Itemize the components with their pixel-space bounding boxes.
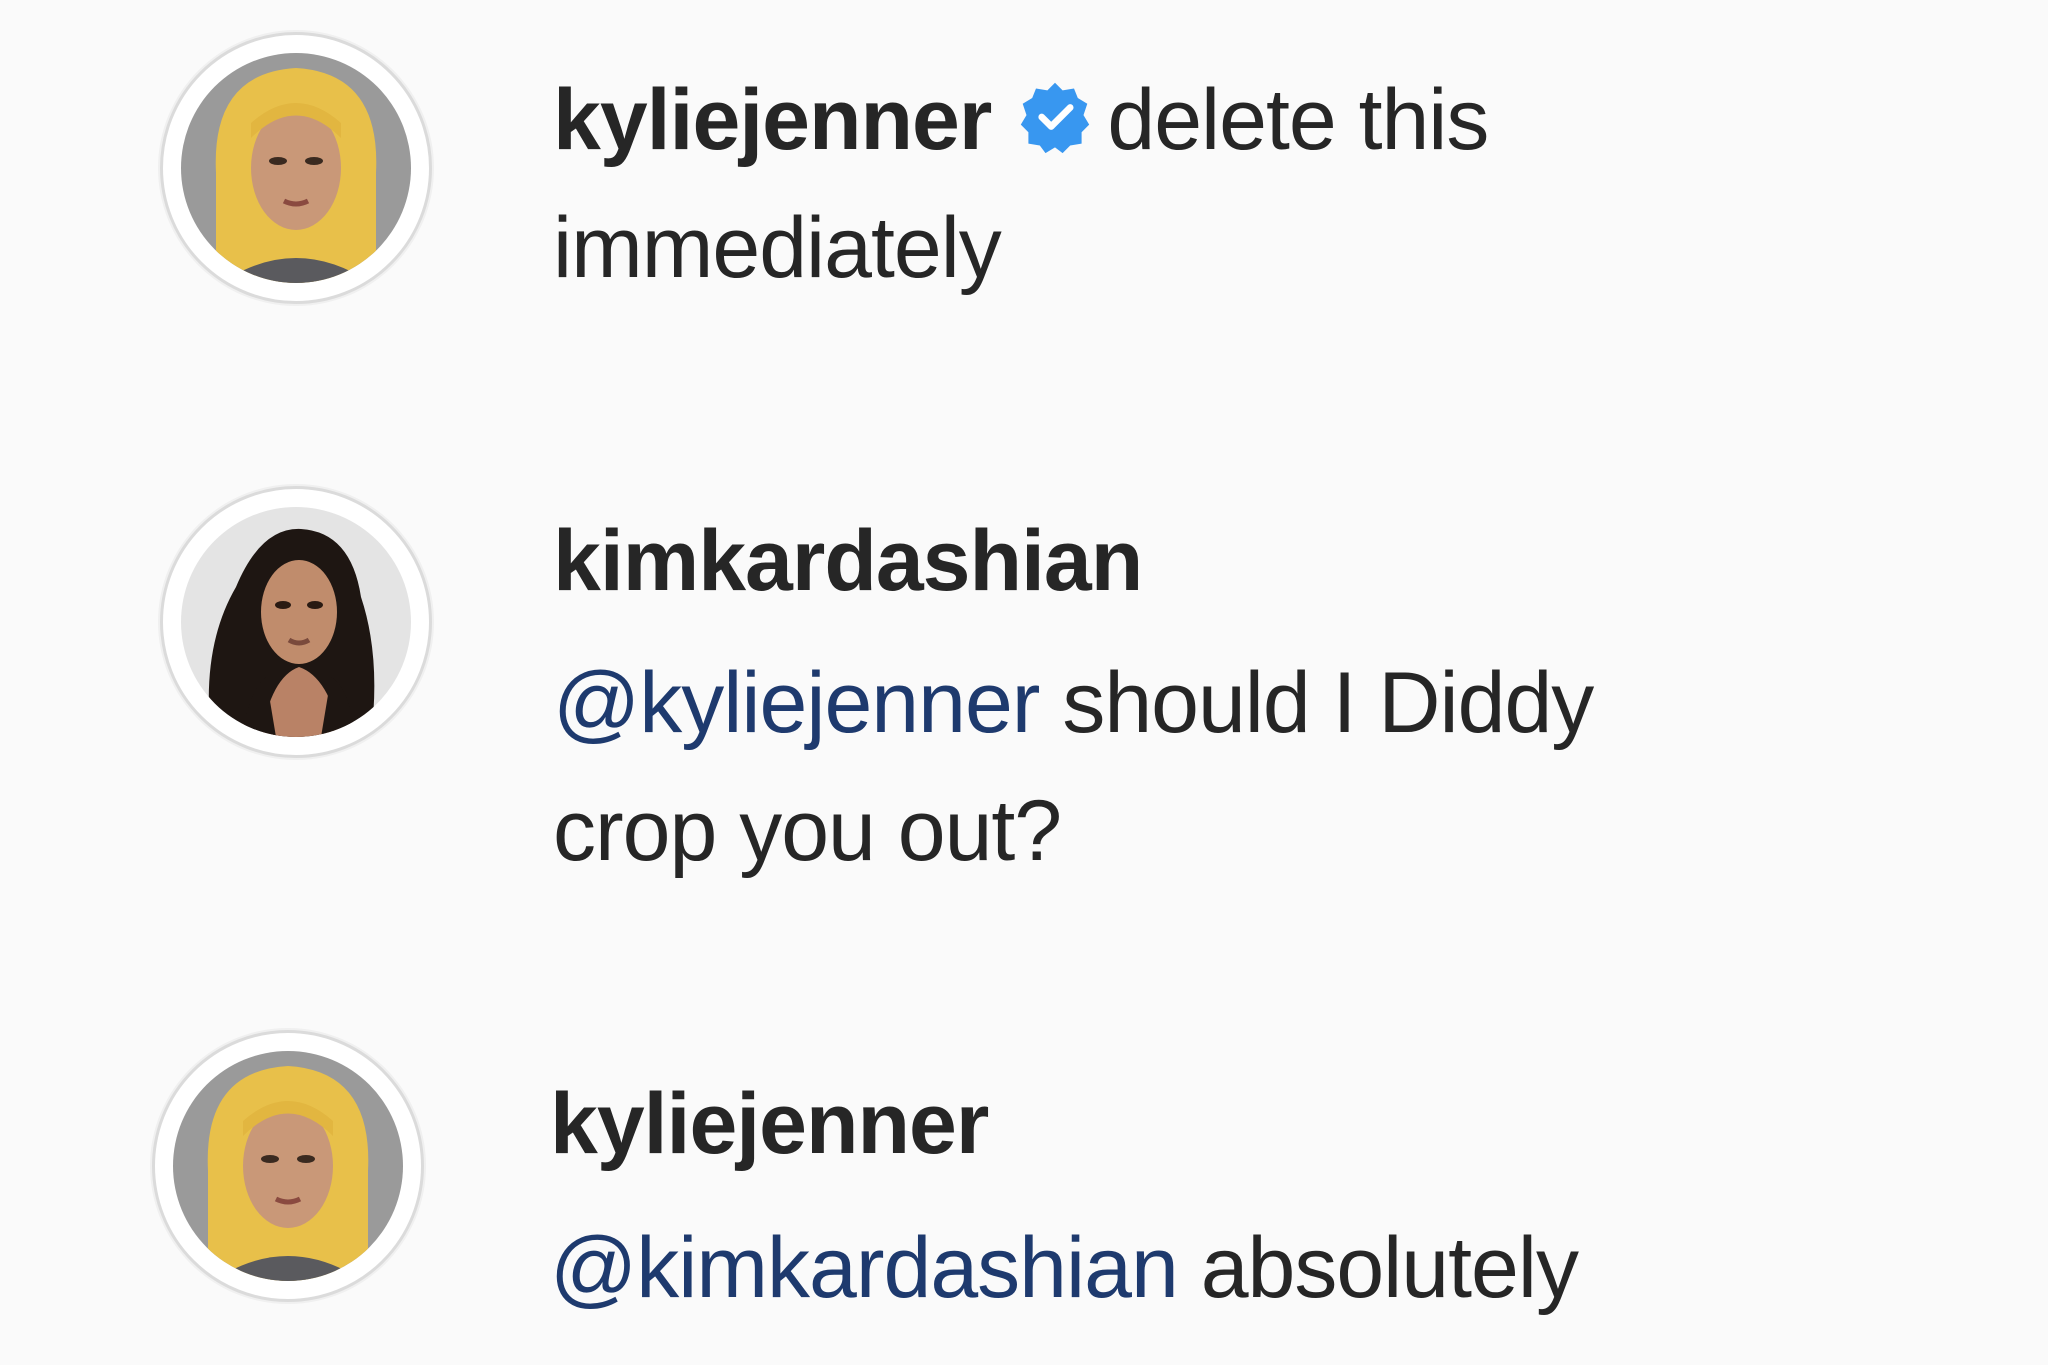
avatar[interactable] — [181, 507, 411, 737]
comment-thread: kyliejenner delete this immediately kimk… — [0, 0, 2048, 1365]
comment-text: should I Diddy — [1062, 655, 1594, 751]
avatar[interactable] — [181, 53, 411, 283]
comment-text-block: kimkardashian @kyliejenner should I Didd… — [553, 497, 1853, 895]
mention-link[interactable]: @kimkardashian — [550, 1220, 1179, 1316]
verified-badge-icon — [1017, 79, 1093, 155]
mention-link[interactable]: @kyliejenner — [553, 655, 1040, 751]
kim-avatar-icon — [181, 507, 411, 737]
avatar-ring[interactable] — [152, 1030, 424, 1302]
avatar-ring[interactable] — [160, 32, 432, 304]
kylie-avatar-icon — [173, 1051, 403, 1281]
comment-text-block: kyliejenner @kimkardashian absolutely — [550, 1060, 1850, 1332]
comment-username[interactable]: kimkardashian — [553, 497, 1853, 625]
avatar-ring[interactable] — [160, 486, 432, 758]
comment-username[interactable]: kyliejenner — [550, 1060, 1850, 1188]
comment-username[interactable]: kyliejenner — [553, 72, 992, 168]
comment-text-block: kyliejenner delete this immediately — [553, 56, 1853, 312]
comment-text: absolutely — [1200, 1220, 1579, 1316]
kylie-avatar-icon — [181, 53, 411, 283]
avatar[interactable] — [173, 1051, 403, 1281]
comment-text-continued: immediately — [553, 200, 1002, 296]
comment-text: delete this — [1107, 72, 1489, 168]
comment-text-continued: crop you out? — [553, 783, 1062, 879]
